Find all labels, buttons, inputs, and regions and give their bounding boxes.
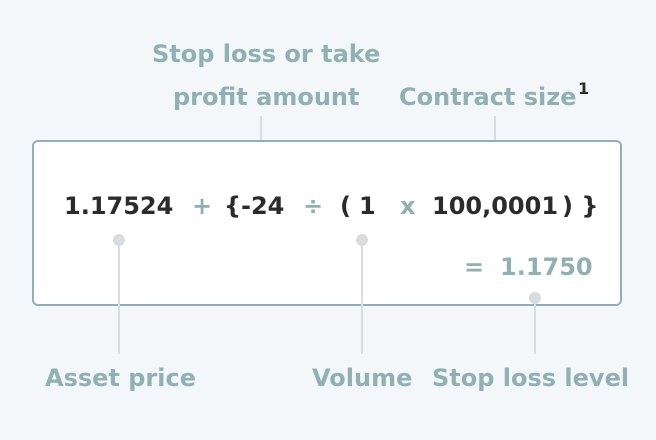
formula-contract-size: 100,0001 <box>432 192 559 220</box>
connector-volume <box>361 240 363 354</box>
volume-label: Volume <box>312 364 413 392</box>
formula-amount: -24 <box>241 192 285 220</box>
formula-divide: ÷ <box>303 192 324 220</box>
contract-size-label: Contract size <box>399 83 577 111</box>
formula-plus: + <box>192 192 213 220</box>
asset-price-label: Asset price <box>45 364 196 392</box>
footnote-marker: 1 <box>578 79 590 98</box>
stop-loss-or-take-profit-label-line1: Stop loss or take <box>152 40 381 68</box>
connector-asset-price <box>118 240 120 354</box>
stop-loss-or-take-profit-label-line2: profit amount <box>173 83 360 111</box>
formula-open-brace: { <box>224 192 242 220</box>
formula-volume: 1 <box>359 192 376 220</box>
connector-stop-loss-level <box>534 298 536 354</box>
formula-equals: = <box>464 253 485 281</box>
formula-result: 1.1750 <box>500 253 593 281</box>
formula-times: x <box>400 192 416 220</box>
stop-loss-level-label: Stop loss level <box>432 364 630 392</box>
formula-box <box>32 140 622 306</box>
formula-open-paren: ( <box>340 192 351 220</box>
formula-close: ) } <box>562 192 599 220</box>
formula-asset-price: 1.17524 <box>64 192 174 220</box>
